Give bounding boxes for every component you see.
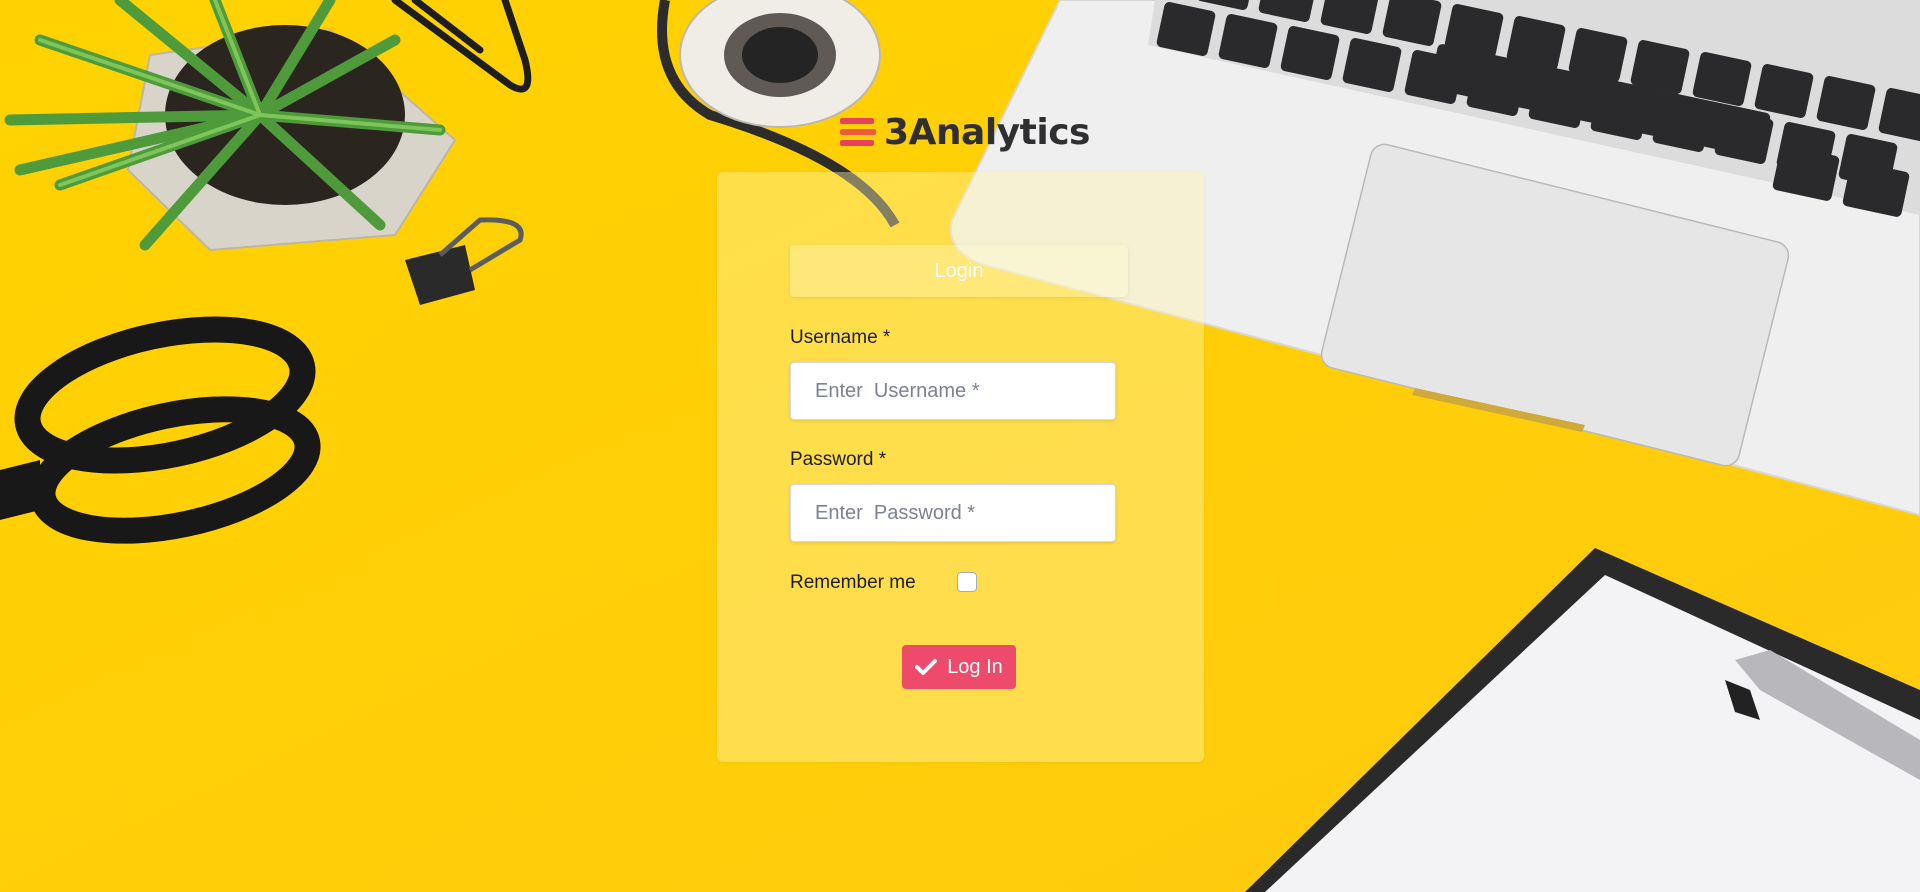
remember-me-label: Remember me — [790, 572, 916, 593]
login-card-header: Login — [790, 245, 1128, 297]
remember-me-checkbox[interactable] — [957, 572, 977, 592]
brand-name: 3Analytics — [884, 111, 1090, 153]
password-input[interactable] — [790, 484, 1116, 542]
login-page: 3Analytics Login Username * Password * R… — [0, 0, 1920, 892]
log-in-button-label: Log In — [947, 655, 1003, 678]
username-label: Username * — [790, 327, 891, 348]
brand-logo: 3Analytics — [840, 108, 1090, 156]
login-card: Login Username * Password * Remember me … — [717, 172, 1204, 762]
log-in-button[interactable]: Log In — [902, 645, 1016, 689]
three-bars-logo-icon — [840, 117, 876, 147]
check-icon — [915, 659, 938, 675]
password-label: Password * — [790, 449, 887, 470]
username-input[interactable] — [790, 362, 1116, 420]
